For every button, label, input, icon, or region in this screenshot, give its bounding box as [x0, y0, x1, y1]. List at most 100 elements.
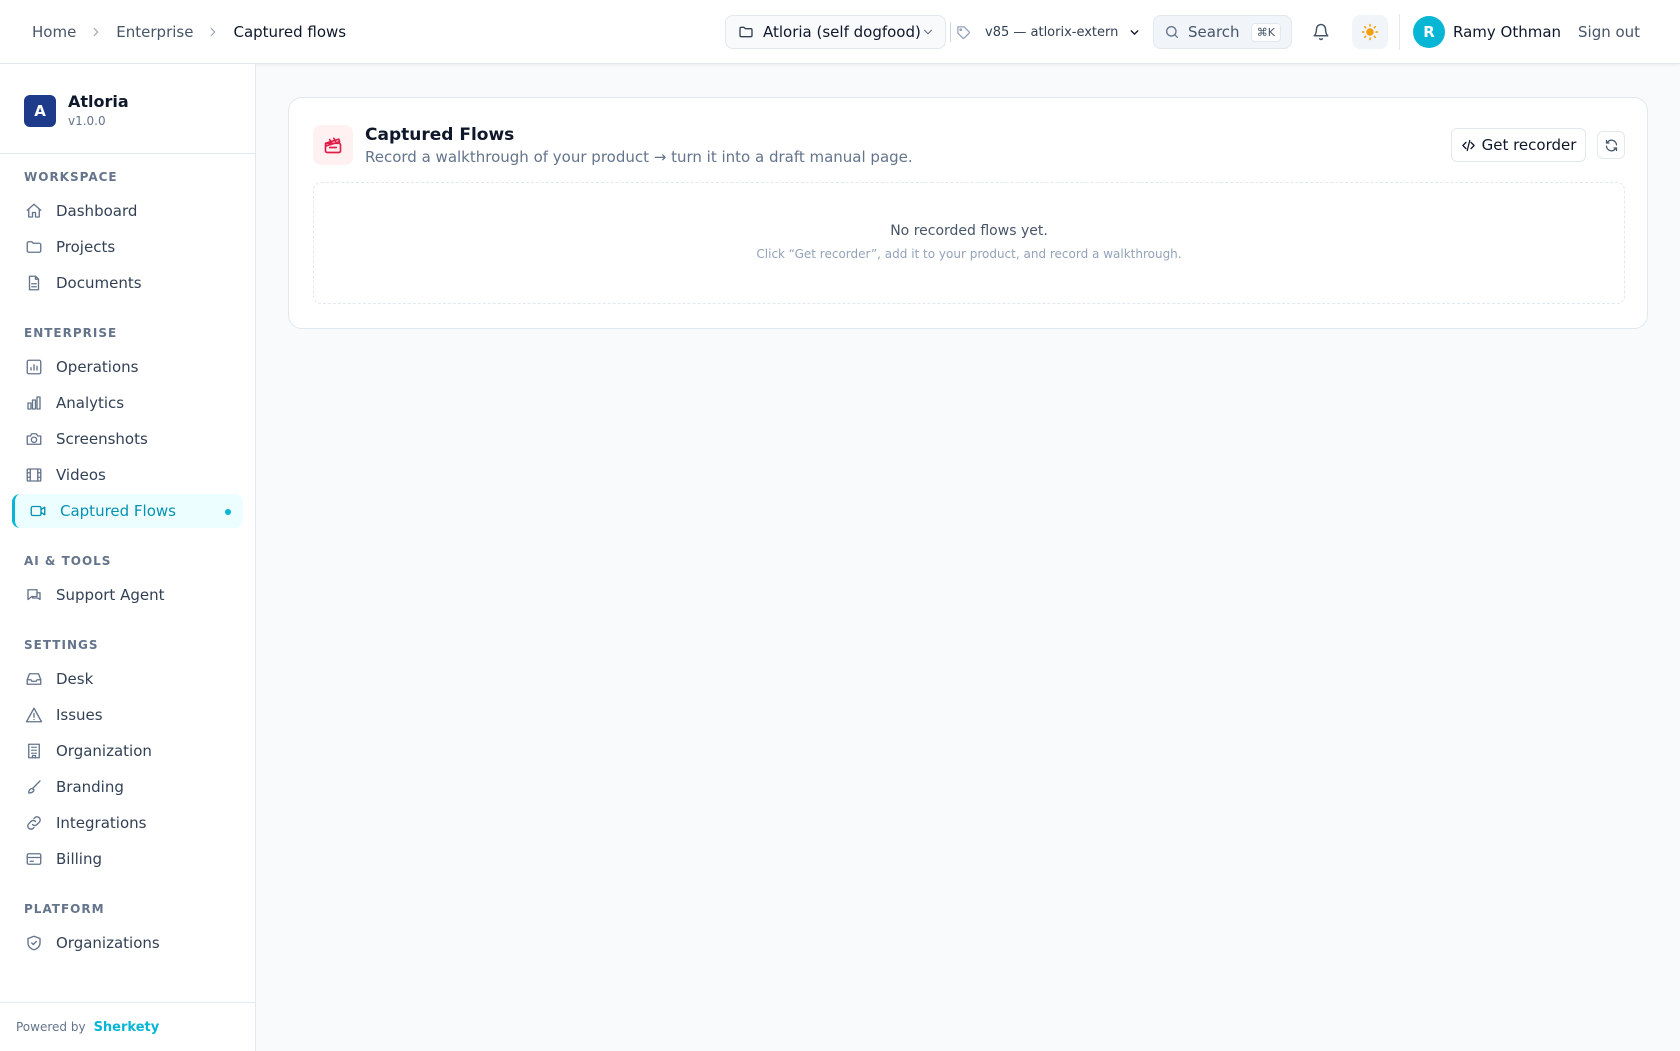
search-button[interactable]: Search ⌘K [1153, 15, 1292, 49]
sun-icon [1361, 23, 1379, 41]
sidebar-item-label: Analytics [56, 394, 125, 412]
sidebar-item-branding[interactable]: Branding [12, 770, 243, 804]
get-recorder-button[interactable]: Get recorder [1451, 128, 1586, 162]
sidebar-item-issues[interactable]: Issues [12, 698, 243, 732]
empty-state: No recorded flows yet. Click “Get record… [313, 182, 1625, 304]
section-title-platform: PLATFORM [24, 902, 105, 916]
sidebar-item-dashboard[interactable]: Dashboard [12, 194, 243, 228]
sign-out-button[interactable]: Sign out [1578, 0, 1640, 64]
get-recorder-label: Get recorder [1481, 136, 1577, 154]
sidebar-item-label: Branding [56, 778, 124, 796]
sidebar-item-organizations[interactable]: Organizations [12, 926, 243, 960]
section-title-settings: SETTINGS [24, 638, 99, 652]
breadcrumb: Home Enterprise Captured flows [32, 0, 346, 64]
brush-icon [24, 777, 44, 797]
sidebar-item-label: Issues [56, 706, 103, 724]
breadcrumb-current: Captured flows [233, 23, 347, 41]
code-icon [1461, 138, 1476, 153]
chart-square-icon [24, 357, 44, 377]
chat-icon [24, 585, 44, 605]
folder-icon [738, 24, 754, 40]
top-bar: Home Enterprise Captured flows Atloria (… [0, 0, 1680, 64]
theme-toggle[interactable] [1352, 15, 1388, 49]
video-camera-icon [28, 501, 48, 521]
chevron-right-icon [205, 24, 221, 40]
film-icon [24, 465, 44, 485]
version-select-value: v85 — atlorix-extern [985, 24, 1119, 40]
chevron-down-icon [1128, 26, 1141, 39]
sidebar: A Atloria v1.0.0 WORKSPACE Dashboard Pro… [0, 64, 256, 1051]
sidebar-item-label: Screenshots [56, 430, 148, 448]
bar-chart-icon [24, 393, 44, 413]
project-select[interactable]: Atloria (self dogfood) [725, 15, 946, 49]
brand-name: Atloria [68, 92, 129, 111]
empty-state-title: No recorded flows yet. [890, 223, 1048, 239]
search-label: Search [1188, 23, 1240, 41]
search-shortcut: ⌘K [1250, 22, 1281, 42]
sidebar-item-operations[interactable]: Operations [12, 350, 243, 384]
user-name[interactable]: Ramy Othman [1453, 0, 1561, 64]
section-title-workspace: WORKSPACE [24, 170, 118, 184]
search-icon [1164, 24, 1180, 40]
sidebar-item-desk[interactable]: Desk [12, 662, 243, 696]
notifications-button[interactable] [1306, 18, 1336, 46]
camera-icon [24, 429, 44, 449]
sidebar-item-label: Support Agent [56, 586, 165, 604]
sidebar-item-analytics[interactable]: Analytics [12, 386, 243, 420]
refresh-icon [1604, 138, 1619, 153]
captured-flows-card: Captured Flows Record a walkthrough of y… [288, 97, 1648, 329]
card-subtitle: Record a walkthrough of your product → t… [365, 148, 913, 166]
sidebar-item-label: Integrations [56, 814, 147, 832]
breadcrumb-home[interactable]: Home [32, 23, 76, 41]
sidebar-item-support-agent[interactable]: Support Agent [12, 578, 243, 612]
tag-icon [956, 25, 971, 40]
sidebar-item-integrations[interactable]: Integrations [12, 806, 243, 840]
divider [950, 22, 951, 42]
sidebar-item-captured-flows[interactable]: Captured Flows [12, 494, 243, 528]
sidebar-item-label: Organizations [56, 934, 160, 952]
divider [1399, 14, 1400, 50]
shield-check-icon [24, 933, 44, 953]
vendor-link[interactable]: Sherkety [94, 1020, 160, 1035]
link-icon [24, 813, 44, 833]
bell-icon [1312, 23, 1330, 41]
sidebar-item-label: Dashboard [56, 202, 138, 220]
document-icon [24, 273, 44, 293]
version-select[interactable]: v85 — atlorix-extern [956, 15, 1141, 49]
sidebar-item-label: Organization [56, 742, 152, 760]
project-select-value: Atloria (self dogfood) [763, 23, 921, 41]
sidebar-item-screenshots[interactable]: Screenshots [12, 422, 243, 456]
sidebar-item-label: Documents [56, 274, 142, 292]
section-title-enterprise: ENTERPRISE [24, 326, 118, 340]
sidebar-item-label: Operations [56, 358, 139, 376]
sidebar-item-label: Billing [56, 850, 102, 868]
breadcrumb-enterprise[interactable]: Enterprise [116, 23, 193, 41]
sidebar-item-billing[interactable]: Billing [12, 842, 243, 876]
warning-icon [24, 705, 44, 725]
folder-icon [24, 237, 44, 257]
credit-card-icon [24, 849, 44, 869]
refresh-button[interactable] [1597, 131, 1625, 159]
chevron-down-icon [921, 25, 935, 39]
avatar[interactable]: R [1413, 16, 1445, 48]
powered-by-label: Powered by [16, 1020, 86, 1034]
card-title: Captured Flows [365, 125, 515, 145]
sidebar-footer: Powered by Sherkety [0, 1002, 255, 1051]
section-title-ai-tools: AI & TOOLS [24, 554, 112, 568]
sidebar-item-videos[interactable]: Videos [12, 458, 243, 492]
empty-state-description: Click “Get recorder”, add it to your pro… [756, 247, 1182, 261]
chevron-right-icon [88, 24, 104, 40]
brand[interactable]: A Atloria v1.0.0 [24, 92, 129, 130]
brand-logo: A [24, 95, 56, 127]
sidebar-item-label: Captured Flows [60, 502, 176, 520]
sidebar-item-documents[interactable]: Documents [12, 266, 243, 300]
divider [0, 153, 255, 154]
sidebar-item-label: Desk [56, 670, 94, 688]
active-indicator [225, 509, 231, 515]
sidebar-item-label: Projects [56, 238, 116, 256]
brand-version: v1.0.0 [68, 114, 106, 128]
sidebar-item-organization[interactable]: Organization [12, 734, 243, 768]
home-icon [24, 201, 44, 221]
inbox-icon [24, 669, 44, 689]
sidebar-item-projects[interactable]: Projects [12, 230, 243, 264]
